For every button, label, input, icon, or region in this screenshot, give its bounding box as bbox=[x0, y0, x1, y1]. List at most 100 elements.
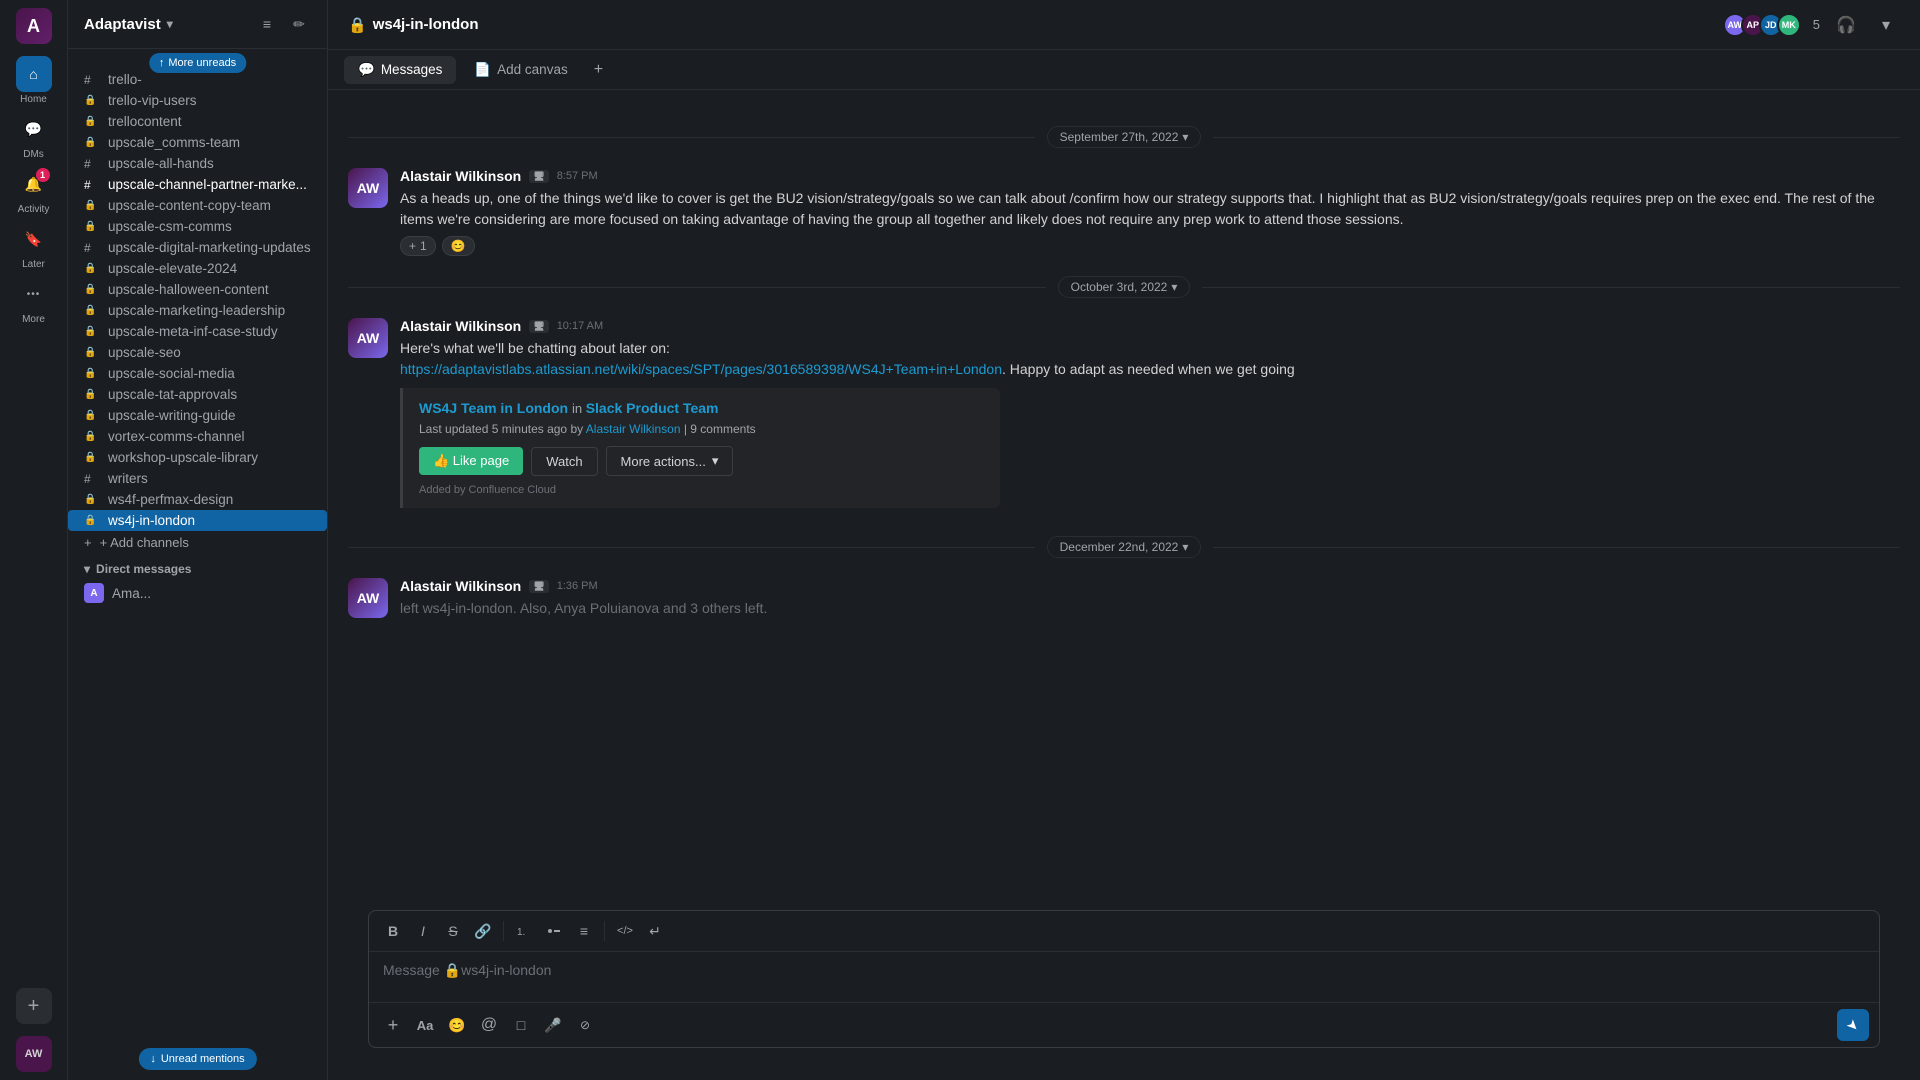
sidebar-item-upscale-content[interactable]: 🔒 upscale-content-copy-team bbox=[68, 195, 327, 216]
sidebar-item-upscale-social[interactable]: 🔒 upscale-social-media bbox=[68, 363, 327, 384]
lock-icon: 🔒 bbox=[84, 515, 100, 526]
headset-button[interactable]: 🎧 bbox=[1832, 11, 1860, 39]
dms-nav-button[interactable]: 💬 bbox=[16, 111, 52, 147]
compose-button[interactable]: ✏ bbox=[287, 12, 311, 36]
reaction-plus1[interactable]: + 1 bbox=[400, 236, 436, 256]
activity-nav-button[interactable]: 🔔 1 bbox=[16, 166, 52, 202]
hash-icon: # bbox=[84, 73, 100, 87]
composer-bottom-toolbar: + Aa 😊 @ □ 🎤 ⊘ ➤ bbox=[369, 1002, 1879, 1047]
channel-name: vortex-comms-channel bbox=[108, 429, 245, 444]
tab-add-canvas[interactable]: 📄 Add canvas bbox=[460, 56, 581, 84]
audio-button[interactable]: 🎤 bbox=[539, 1011, 567, 1039]
channel-name: upscale-digital-marketing-updates bbox=[108, 240, 311, 255]
ordered-list-button[interactable]: 1. bbox=[510, 917, 538, 945]
add-channels-button[interactable]: + + Add channels bbox=[68, 531, 327, 554]
unread-mentions-badge[interactable]: ↓ Unread mentions bbox=[138, 1048, 256, 1070]
msg-author-3: Alastair Wilkinson bbox=[400, 578, 521, 594]
quote-button[interactable]: ↵ bbox=[641, 917, 669, 945]
italic-button[interactable]: I bbox=[409, 917, 437, 945]
member-avatars[interactable]: AW AP JD MK bbox=[1723, 13, 1801, 37]
sidebar-item-upscale-seo[interactable]: 🔒 upscale-seo bbox=[68, 342, 327, 363]
channel-name: writers bbox=[108, 471, 148, 486]
add-workspace-button[interactable]: + bbox=[16, 988, 52, 1024]
filter-button[interactable]: ≡ bbox=[255, 12, 279, 36]
sidebar-item-upscale-marketing[interactable]: 🔒 upscale-marketing-leadership bbox=[68, 300, 327, 321]
direct-messages-label: Direct messages bbox=[96, 562, 191, 576]
later-nav-button[interactable]: 🔖 bbox=[16, 221, 52, 257]
more-unreads-badge[interactable]: ↑ More unreads bbox=[149, 53, 246, 73]
divider-line-right bbox=[1213, 137, 1900, 138]
strikethrough-button[interactable]: S bbox=[439, 917, 467, 945]
text-format-button[interactable]: Aa bbox=[411, 1011, 439, 1039]
confluence-link[interactable]: https://adaptavistlabs.atlassian.net/wik… bbox=[400, 361, 1002, 377]
channel-settings-button[interactable]: ▾ bbox=[1872, 11, 1900, 39]
bold-button[interactable]: B bbox=[379, 917, 407, 945]
send-button[interactable]: ➤ bbox=[1837, 1009, 1869, 1041]
mention-button[interactable]: @ bbox=[475, 1011, 503, 1039]
sidebar-item-upscale-elevate[interactable]: 🔒 upscale-elevate-2024 bbox=[68, 258, 327, 279]
dm-avatar: A bbox=[84, 583, 104, 603]
sidebar-item-writers[interactable]: # writers bbox=[68, 468, 327, 489]
link-button[interactable]: 🔗 bbox=[469, 917, 497, 945]
divider-line-right bbox=[1213, 547, 1900, 548]
unordered-list-button[interactable] bbox=[540, 917, 568, 945]
reaction-smile[interactable]: 😊 bbox=[442, 236, 475, 256]
shortcuts-button[interactable]: ⊘ bbox=[571, 1011, 599, 1039]
lock-icon: 🔒 bbox=[84, 389, 100, 400]
attach-button[interactable]: + bbox=[379, 1011, 407, 1039]
like-page-button[interactable]: 👍 Like page bbox=[419, 447, 523, 475]
user-avatar[interactable]: AW bbox=[16, 1036, 52, 1072]
date-label-oct3[interactable]: October 3rd, 2022 ▾ bbox=[1058, 276, 1191, 298]
sidebar-item-upscale-csm[interactable]: 🔒 upscale-csm-comms bbox=[68, 216, 327, 237]
confluence-space-link[interactable]: Slack Product Team bbox=[586, 400, 719, 416]
composer-input-area[interactable]: Message 🔒ws4j-in-london bbox=[369, 952, 1879, 1002]
add-icon: + bbox=[28, 995, 40, 1018]
toolbar-divider-1 bbox=[503, 921, 504, 941]
sidebar-item-upscale-writing[interactable]: 🔒 upscale-writing-guide bbox=[68, 405, 327, 426]
sidebar-item-ws4j-in-london[interactable]: 🔒 ws4j-in-london bbox=[68, 510, 327, 531]
date-label-sep27[interactable]: September 27th, 2022 ▾ bbox=[1047, 126, 1202, 148]
watch-button[interactable]: Watch bbox=[531, 447, 597, 476]
sidebar-item-upscale-digital[interactable]: # upscale-digital-marketing-updates bbox=[68, 237, 327, 258]
confluence-page-title-link[interactable]: WS4J Team in London bbox=[419, 400, 568, 416]
lock-icon: 🔒 bbox=[84, 305, 100, 316]
dm-item-ama[interactable]: A Ama... bbox=[68, 580, 327, 606]
sidebar-item-upscale-comms[interactable]: 🔒 upscale_comms-team bbox=[68, 132, 327, 153]
sidebar-item-workshop[interactable]: 🔒 workshop-upscale-library bbox=[68, 447, 327, 468]
avatar-initials-2: AW bbox=[357, 330, 380, 346]
tab-messages[interactable]: 💬 Messages bbox=[344, 56, 456, 84]
sidebar-item-trello-vip[interactable]: 🔒 trello-vip-users bbox=[68, 90, 327, 111]
tab-add-button[interactable]: + bbox=[586, 57, 611, 83]
sidebar-item-upscale-tat[interactable]: 🔒 upscale-tat-approvals bbox=[68, 384, 327, 405]
huddle-button[interactable]: □ bbox=[507, 1011, 535, 1039]
workspace-name-text: Adaptavist bbox=[84, 16, 161, 33]
workspace-title[interactable]: Adaptavist ▾ bbox=[84, 16, 173, 33]
dms-nav-section: 💬 DMs bbox=[16, 111, 52, 160]
channel-name: upscale-csm-comms bbox=[108, 219, 232, 234]
sidebar-item-vortex[interactable]: 🔒 vortex-comms-channel bbox=[68, 426, 327, 447]
sidebar-item-ws4f[interactable]: 🔒 ws4f-perfmax-design bbox=[68, 489, 327, 510]
indent-button[interactable]: ≡ bbox=[570, 917, 598, 945]
sidebar-item-upscale-halloween[interactable]: 🔒 upscale-halloween-content bbox=[68, 279, 327, 300]
hash-icon: # bbox=[84, 472, 100, 486]
more-actions-button[interactable]: More actions... ▾ bbox=[606, 446, 734, 476]
more-nav-button[interactable]: ••• bbox=[16, 276, 52, 312]
code-button[interactable]: </> bbox=[611, 917, 639, 945]
home-nav-button[interactable]: ⌂ bbox=[16, 56, 52, 92]
workspace-icon[interactable]: A bbox=[16, 8, 52, 44]
msg-badge-1: 🖥 bbox=[529, 170, 548, 183]
date-text-dec22: December 22nd, 2022 bbox=[1060, 540, 1179, 554]
workspace-logo: A bbox=[27, 16, 40, 37]
direct-messages-section[interactable]: ▾ Direct messages bbox=[68, 554, 327, 580]
date-label-dec22[interactable]: December 22nd, 2022 ▾ bbox=[1047, 536, 1202, 558]
sidebar-item-trellocontent[interactable]: 🔒 trellocontent bbox=[68, 111, 327, 132]
sidebar-item-upscale-all-hands[interactable]: # upscale-all-hands bbox=[68, 153, 327, 174]
emoji-button[interactable]: 😊 bbox=[443, 1011, 471, 1039]
avatar-initials-1: AW bbox=[357, 180, 380, 196]
sidebar-item-upscale-channel-partner[interactable]: # upscale-channel-partner-marke... bbox=[68, 174, 327, 195]
sidebar-item-upscale-meta[interactable]: 🔒 upscale-meta-inf-case-study bbox=[68, 321, 327, 342]
msg-content-2: Alastair Wilkinson 🖥 10:17 AM Here's wha… bbox=[400, 318, 1900, 516]
composer-wrapper: B I S 🔗 1. ≡ </> ↵ Message 🔒ws4j-in-lond… bbox=[328, 910, 1920, 1080]
member-count[interactable]: 5 bbox=[1813, 17, 1820, 32]
conf-author-link[interactable]: Alastair Wilkinson bbox=[586, 422, 681, 436]
